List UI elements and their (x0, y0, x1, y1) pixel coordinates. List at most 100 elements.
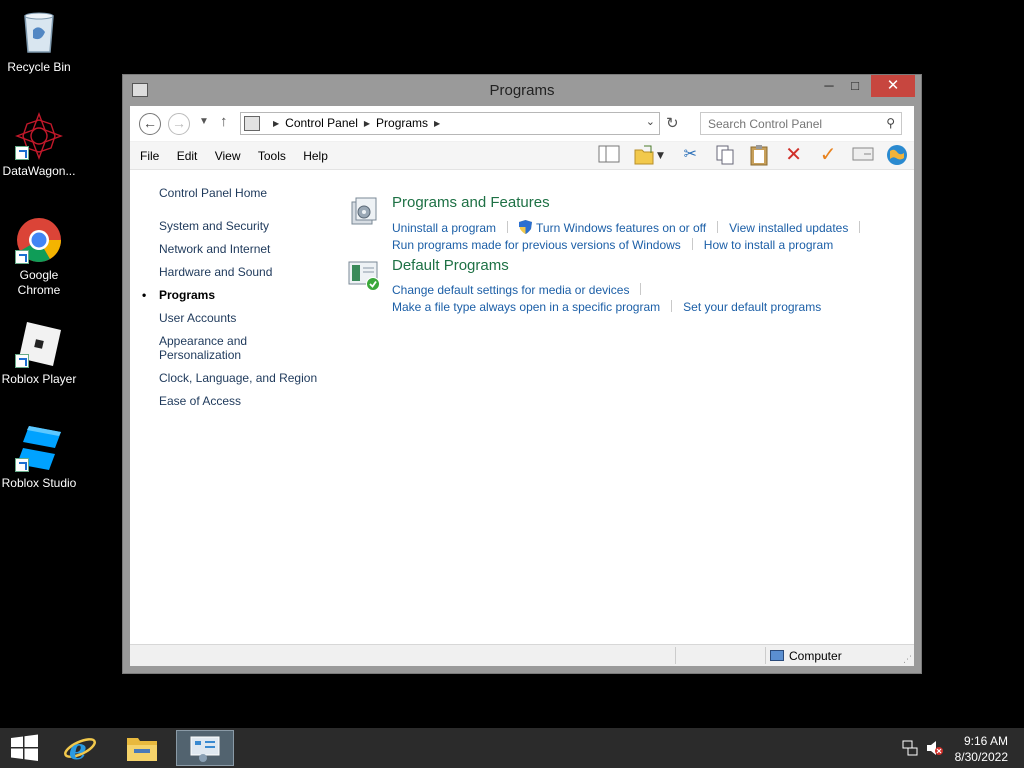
folder-icon (114, 738, 170, 768)
taskbar: e 9:16 AM 8/30/2022 (0, 728, 1024, 768)
minimize-button[interactable]: ─ (815, 75, 843, 97)
default-programs-title[interactable]: Default Programs (392, 257, 509, 274)
address-bar[interactable]: ▶ Control Panel ▶ Programs ▶ ⌄ (240, 112, 660, 135)
desktop-icon-roblox-player[interactable]: Roblox Player (0, 320, 78, 387)
start-button[interactable] (0, 730, 56, 766)
shield-icon (519, 220, 533, 237)
breadcrumb-programs[interactable]: Programs (376, 116, 428, 130)
resize-grip-icon[interactable]: ⋰ (903, 654, 912, 665)
search-icon[interactable]: ⚲ (886, 116, 895, 130)
refresh-icon[interactable]: ↻ (666, 114, 679, 132)
up-arrow-icon[interactable]: ↑ (220, 113, 228, 130)
close-button[interactable]: ✕ (871, 75, 915, 97)
menu-view[interactable]: View (215, 149, 241, 163)
view-installed-updates-link[interactable]: View installed updates (729, 221, 848, 235)
chevron-right-icon[interactable]: ▶ (364, 119, 370, 128)
svg-text:e: e (69, 733, 87, 766)
programs-and-features-title[interactable]: Programs and Features (392, 194, 550, 211)
nav-control-panel-home[interactable]: Control Panel Home (159, 186, 317, 200)
desktop-icon-label: DataWagon... (2, 164, 76, 178)
taskbar-clock[interactable]: 9:16 AM 8/30/2022 (928, 733, 1008, 765)
set-default-programs-link[interactable]: Set your default programs (683, 300, 821, 314)
nav-clock-language-region[interactable]: Clock, Language, and Region (159, 371, 317, 385)
roblox-studio-icon (15, 424, 63, 472)
forward-button[interactable]: → (168, 113, 190, 135)
status-bar: Computer ⋰ (130, 644, 914, 666)
chrome-icon (15, 216, 63, 264)
desktop-icon-label: Google Chrome (17, 268, 61, 297)
computer-icon (770, 650, 784, 661)
roblox-player-icon (15, 320, 63, 368)
breadcrumb-control-panel[interactable]: Control Panel (285, 116, 358, 130)
back-button[interactable]: ← (139, 113, 161, 135)
desktop-icon-recycle-bin[interactable]: Recycle Bin (0, 8, 78, 75)
recycle-bin-icon (15, 8, 63, 56)
toolbar: ▼ ✂ ✕ ✓ (590, 144, 908, 168)
globe-icon[interactable] (886, 144, 908, 166)
delete-icon[interactable]: ✕ (783, 144, 805, 166)
maximize-button[interactable]: □ (841, 75, 869, 97)
copy-icon[interactable] (714, 144, 736, 166)
default-programs-icon[interactable] (348, 259, 380, 291)
desktop-icon-datawagon[interactable]: DataWagon... (0, 112, 78, 179)
nav-programs: Programs (142, 288, 317, 302)
link-divider (691, 238, 693, 250)
paste-icon[interactable] (748, 144, 770, 166)
datawagon-icon (15, 112, 63, 160)
link-divider (671, 300, 673, 312)
link-divider (507, 221, 509, 233)
checkmark-icon[interactable]: ✓ (817, 144, 839, 166)
desktop-icon-roblox-studio[interactable]: Roblox Studio (0, 424, 78, 491)
programs-and-features-icon[interactable] (348, 196, 380, 228)
turn-windows-features-link[interactable]: Turn Windows features on or off (536, 221, 706, 235)
run-older-programs-link[interactable]: Run programs made for previous versions … (392, 238, 681, 252)
chevron-right-icon[interactable]: ▶ (273, 119, 279, 128)
desktop-icon-label: Recycle Bin (7, 60, 71, 74)
shortcut-arrow-icon (15, 458, 29, 472)
desktop-icon-label: Roblox Studio (1, 476, 77, 490)
how-to-install-link[interactable]: How to install a program (704, 238, 833, 252)
nav-ease-of-access[interactable]: Ease of Access (159, 394, 317, 408)
clock-date: 8/30/2022 (954, 750, 1008, 764)
menu-help[interactable]: Help (303, 149, 328, 163)
menu-edit[interactable]: Edit (177, 149, 198, 163)
layout-pane-icon[interactable] (598, 144, 620, 166)
nav-appearance-and-personalization[interactable]: Appearance and Personalization (159, 334, 259, 362)
folder-options-icon[interactable]: ▼ (633, 144, 667, 166)
link-divider (640, 283, 642, 295)
taskbar-control-panel[interactable] (176, 730, 234, 766)
shortcut-arrow-icon (15, 250, 29, 264)
status-location-label: Computer (789, 649, 842, 663)
menu-file[interactable]: File (140, 149, 159, 163)
nav-hardware-and-sound[interactable]: Hardware and Sound (159, 265, 317, 279)
clock-time: 9:16 AM (963, 734, 1008, 748)
status-location: Computer (770, 649, 842, 663)
window-title: Programs (489, 82, 555, 99)
menu-tools[interactable]: Tools (258, 149, 286, 163)
recent-locations-dropdown-icon[interactable]: ▼ (199, 116, 209, 127)
nav-network-and-internet[interactable]: Network and Internet (159, 242, 317, 256)
system-tray: 9:16 AM 8/30/2022 (884, 728, 1024, 768)
cut-icon[interactable]: ✂ (679, 144, 701, 166)
shortcut-arrow-icon (15, 354, 29, 368)
desktop-icon-chrome[interactable]: Google Chrome (0, 216, 78, 298)
change-default-media-settings-link[interactable]: Change default settings for media or dev… (392, 283, 629, 297)
status-divider (675, 647, 676, 664)
control-panel-icon (177, 736, 233, 768)
nav-user-accounts[interactable]: User Accounts (159, 311, 317, 325)
file-type-always-open-link[interactable]: Make a file type always open in a specif… (392, 300, 660, 314)
properties-icon[interactable] (852, 144, 874, 166)
left-navigation: Control Panel Home System and Security N… (142, 186, 317, 417)
network-icon[interactable] (902, 740, 918, 761)
nav-system-and-security[interactable]: System and Security (159, 219, 317, 233)
status-divider (765, 647, 766, 664)
link-divider (859, 221, 861, 233)
title-bar[interactable]: Programs ─ □ ✕ (123, 75, 921, 105)
chevron-right-icon[interactable]: ▶ (434, 119, 440, 128)
taskbar-file-explorer[interactable] (114, 730, 170, 766)
svg-text:▼: ▼ (657, 151, 664, 161)
taskbar-internet-explorer[interactable]: e (52, 730, 108, 766)
search-input[interactable] (701, 113, 876, 135)
uninstall-program-link[interactable]: Uninstall a program (392, 221, 496, 235)
chevron-down-icon[interactable]: ⌄ (646, 115, 655, 128)
